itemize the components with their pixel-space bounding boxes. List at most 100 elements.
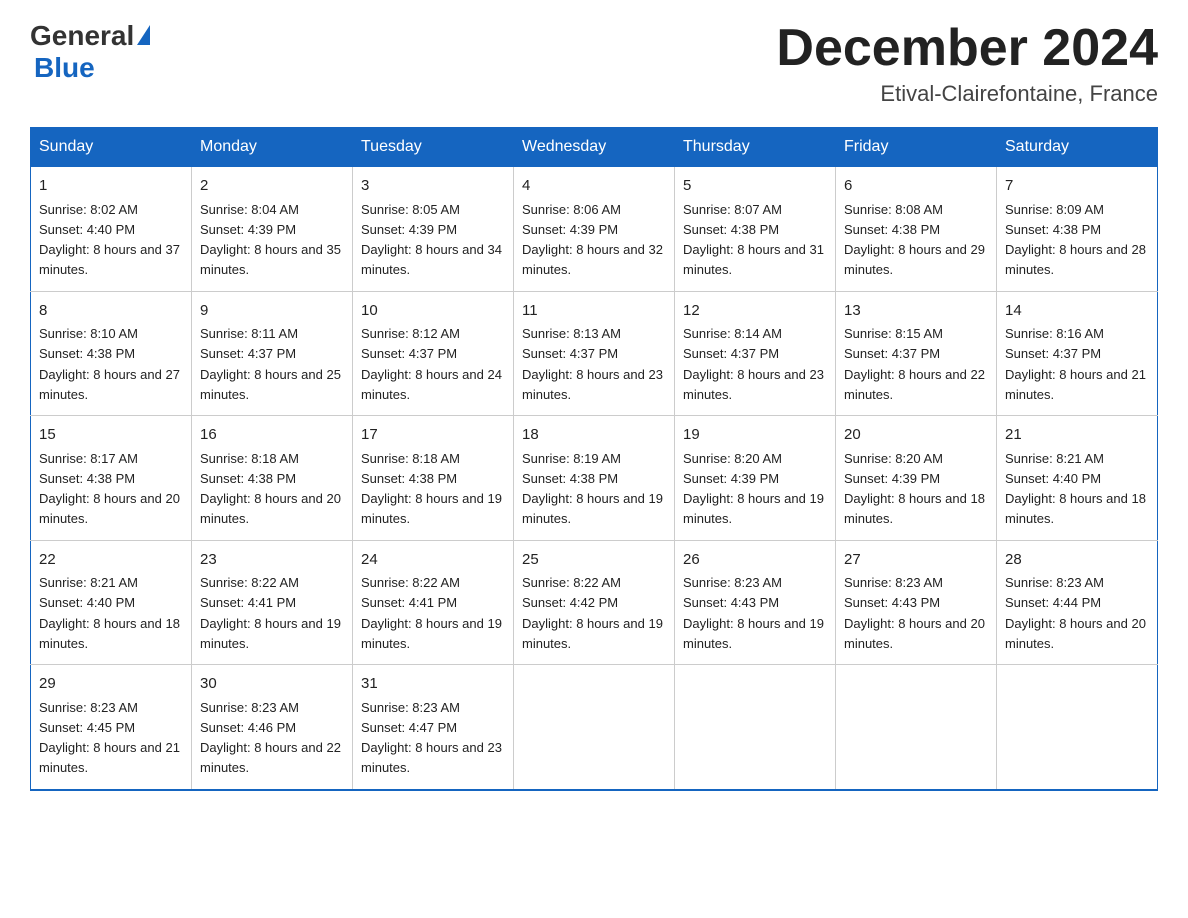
calendar-cell-15: 15 Sunrise: 8:17 AMSunset: 4:38 PMDaylig… (31, 416, 192, 541)
week-row-1: 1 Sunrise: 8:02 AMSunset: 4:40 PMDayligh… (31, 167, 1158, 292)
day-number: 27 (844, 549, 988, 572)
day-number: 17 (361, 424, 505, 447)
day-info: Sunrise: 8:06 AMSunset: 4:39 PMDaylight:… (522, 202, 663, 278)
day-info: Sunrise: 8:05 AMSunset: 4:39 PMDaylight:… (361, 202, 502, 278)
header-friday: Friday (836, 128, 997, 167)
day-number: 20 (844, 424, 988, 447)
calendar-cell-14: 14 Sunrise: 8:16 AMSunset: 4:37 PMDaylig… (997, 291, 1158, 416)
day-number: 30 (200, 673, 344, 696)
day-info: Sunrise: 8:18 AMSunset: 4:38 PMDaylight:… (200, 451, 341, 527)
calendar-cell-25: 25 Sunrise: 8:22 AMSunset: 4:42 PMDaylig… (514, 540, 675, 665)
day-info: Sunrise: 8:23 AMSunset: 4:44 PMDaylight:… (1005, 575, 1146, 651)
calendar-cell-8: 8 Sunrise: 8:10 AMSunset: 4:38 PMDayligh… (31, 291, 192, 416)
calendar-cell-13: 13 Sunrise: 8:15 AMSunset: 4:37 PMDaylig… (836, 291, 997, 416)
page-header: General Blue December 2024 Etival-Claire… (30, 20, 1158, 107)
day-info: Sunrise: 8:23 AMSunset: 4:46 PMDaylight:… (200, 700, 341, 776)
day-info: Sunrise: 8:16 AMSunset: 4:37 PMDaylight:… (1005, 326, 1146, 402)
day-number: 29 (39, 673, 183, 696)
day-info: Sunrise: 8:17 AMSunset: 4:38 PMDaylight:… (39, 451, 180, 527)
calendar-cell-32 (514, 665, 675, 790)
month-year-title: December 2024 (776, 20, 1158, 77)
header-sunday: Sunday (31, 128, 192, 167)
day-info: Sunrise: 8:22 AMSunset: 4:42 PMDaylight:… (522, 575, 663, 651)
calendar-cell-34 (836, 665, 997, 790)
calendar-cell-31: 31 Sunrise: 8:23 AMSunset: 4:47 PMDaylig… (353, 665, 514, 790)
weekday-header-row: Sunday Monday Tuesday Wednesday Thursday… (31, 128, 1158, 167)
day-info: Sunrise: 8:19 AMSunset: 4:38 PMDaylight:… (522, 451, 663, 527)
header-tuesday: Tuesday (353, 128, 514, 167)
day-number: 7 (1005, 175, 1149, 198)
calendar-cell-17: 17 Sunrise: 8:18 AMSunset: 4:38 PMDaylig… (353, 416, 514, 541)
logo-triangle-icon (137, 25, 150, 45)
day-info: Sunrise: 8:22 AMSunset: 4:41 PMDaylight:… (200, 575, 341, 651)
calendar-cell-3: 3 Sunrise: 8:05 AMSunset: 4:39 PMDayligh… (353, 167, 514, 292)
day-number: 22 (39, 549, 183, 572)
day-info: Sunrise: 8:18 AMSunset: 4:38 PMDaylight:… (361, 451, 502, 527)
day-info: Sunrise: 8:20 AMSunset: 4:39 PMDaylight:… (683, 451, 824, 527)
calendar-cell-24: 24 Sunrise: 8:22 AMSunset: 4:41 PMDaylig… (353, 540, 514, 665)
calendar-cell-21: 21 Sunrise: 8:21 AMSunset: 4:40 PMDaylig… (997, 416, 1158, 541)
week-row-4: 22 Sunrise: 8:21 AMSunset: 4:40 PMDaylig… (31, 540, 1158, 665)
calendar-title: December 2024 Etival-Clairefontaine, Fra… (776, 20, 1158, 107)
calendar-cell-19: 19 Sunrise: 8:20 AMSunset: 4:39 PMDaylig… (675, 416, 836, 541)
calendar-cell-6: 6 Sunrise: 8:08 AMSunset: 4:38 PMDayligh… (836, 167, 997, 292)
week-row-3: 15 Sunrise: 8:17 AMSunset: 4:38 PMDaylig… (31, 416, 1158, 541)
day-number: 21 (1005, 424, 1149, 447)
day-number: 10 (361, 300, 505, 323)
week-row-5: 29 Sunrise: 8:23 AMSunset: 4:45 PMDaylig… (31, 665, 1158, 790)
day-info: Sunrise: 8:11 AMSunset: 4:37 PMDaylight:… (200, 326, 341, 402)
day-info: Sunrise: 8:13 AMSunset: 4:37 PMDaylight:… (522, 326, 663, 402)
day-info: Sunrise: 8:21 AMSunset: 4:40 PMDaylight:… (39, 575, 180, 651)
day-info: Sunrise: 8:14 AMSunset: 4:37 PMDaylight:… (683, 326, 824, 402)
calendar-cell-7: 7 Sunrise: 8:09 AMSunset: 4:38 PMDayligh… (997, 167, 1158, 292)
day-info: Sunrise: 8:23 AMSunset: 4:45 PMDaylight:… (39, 700, 180, 776)
day-number: 15 (39, 424, 183, 447)
day-number: 28 (1005, 549, 1149, 572)
day-number: 1 (39, 175, 183, 198)
calendar-cell-33 (675, 665, 836, 790)
header-saturday: Saturday (997, 128, 1158, 167)
calendar-cell-22: 22 Sunrise: 8:21 AMSunset: 4:40 PMDaylig… (31, 540, 192, 665)
logo: General Blue (30, 20, 150, 84)
calendar-cell-29: 29 Sunrise: 8:23 AMSunset: 4:45 PMDaylig… (31, 665, 192, 790)
calendar-cell-10: 10 Sunrise: 8:12 AMSunset: 4:37 PMDaylig… (353, 291, 514, 416)
calendar-cell-27: 27 Sunrise: 8:23 AMSunset: 4:43 PMDaylig… (836, 540, 997, 665)
day-info: Sunrise: 8:23 AMSunset: 4:43 PMDaylight:… (844, 575, 985, 651)
calendar-cell-4: 4 Sunrise: 8:06 AMSunset: 4:39 PMDayligh… (514, 167, 675, 292)
logo-blue-text: Blue (34, 52, 95, 83)
day-info: Sunrise: 8:12 AMSunset: 4:37 PMDaylight:… (361, 326, 502, 402)
header-thursday: Thursday (675, 128, 836, 167)
calendar-cell-26: 26 Sunrise: 8:23 AMSunset: 4:43 PMDaylig… (675, 540, 836, 665)
calendar-cell-5: 5 Sunrise: 8:07 AMSunset: 4:38 PMDayligh… (675, 167, 836, 292)
day-number: 26 (683, 549, 827, 572)
day-number: 25 (522, 549, 666, 572)
day-info: Sunrise: 8:23 AMSunset: 4:47 PMDaylight:… (361, 700, 502, 776)
location-subtitle: Etival-Clairefontaine, France (776, 81, 1158, 107)
day-info: Sunrise: 8:02 AMSunset: 4:40 PMDaylight:… (39, 202, 180, 278)
day-number: 23 (200, 549, 344, 572)
calendar-cell-16: 16 Sunrise: 8:18 AMSunset: 4:38 PMDaylig… (192, 416, 353, 541)
calendar-cell-2: 2 Sunrise: 8:04 AMSunset: 4:39 PMDayligh… (192, 167, 353, 292)
day-info: Sunrise: 8:21 AMSunset: 4:40 PMDaylight:… (1005, 451, 1146, 527)
day-info: Sunrise: 8:09 AMSunset: 4:38 PMDaylight:… (1005, 202, 1146, 278)
day-number: 2 (200, 175, 344, 198)
day-number: 8 (39, 300, 183, 323)
calendar-cell-28: 28 Sunrise: 8:23 AMSunset: 4:44 PMDaylig… (997, 540, 1158, 665)
day-number: 31 (361, 673, 505, 696)
day-number: 11 (522, 300, 666, 323)
day-info: Sunrise: 8:07 AMSunset: 4:38 PMDaylight:… (683, 202, 824, 278)
day-number: 13 (844, 300, 988, 323)
calendar-cell-35 (997, 665, 1158, 790)
calendar-cell-9: 9 Sunrise: 8:11 AMSunset: 4:37 PMDayligh… (192, 291, 353, 416)
day-number: 6 (844, 175, 988, 198)
day-info: Sunrise: 8:10 AMSunset: 4:38 PMDaylight:… (39, 326, 180, 402)
day-number: 4 (522, 175, 666, 198)
day-number: 12 (683, 300, 827, 323)
calendar-table: Sunday Monday Tuesday Wednesday Thursday… (30, 127, 1158, 791)
day-info: Sunrise: 8:23 AMSunset: 4:43 PMDaylight:… (683, 575, 824, 651)
day-number: 14 (1005, 300, 1149, 323)
header-wednesday: Wednesday (514, 128, 675, 167)
day-number: 18 (522, 424, 666, 447)
week-row-2: 8 Sunrise: 8:10 AMSunset: 4:38 PMDayligh… (31, 291, 1158, 416)
day-info: Sunrise: 8:08 AMSunset: 4:38 PMDaylight:… (844, 202, 985, 278)
